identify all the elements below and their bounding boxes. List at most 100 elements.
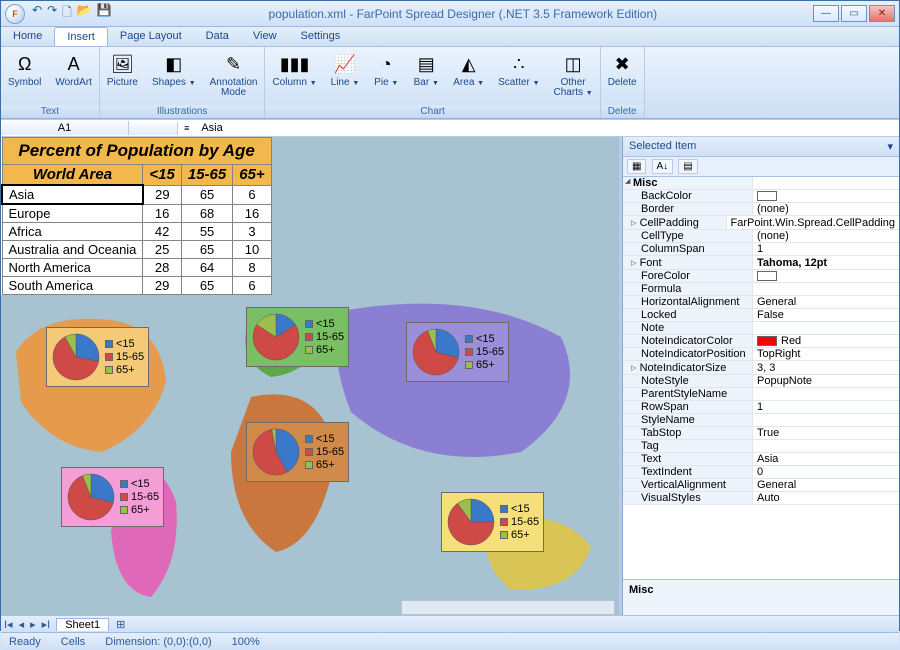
cell[interactable]: 8 xyxy=(233,259,271,277)
menu-tab-settings[interactable]: Settings xyxy=(289,27,353,46)
qat-button[interactable]: ↷ xyxy=(46,2,58,25)
ribbon-line-button[interactable]: 📈Line ▼ xyxy=(328,51,363,90)
ribbon-delete-button[interactable]: ✖Delete xyxy=(605,51,640,89)
ribbon-bar-button[interactable]: ▤Bar ▼ xyxy=(410,51,442,90)
cell[interactable]: 64 xyxy=(181,259,232,277)
ribbon-annotation-mode-button[interactable]: ✎AnnotationMode xyxy=(207,51,261,99)
menu-tab-view[interactable]: View xyxy=(241,27,289,46)
data-table[interactable]: Percent of Population by AgeWorld Area<1… xyxy=(1,137,272,295)
formula-value[interactable]: Asia xyxy=(195,122,228,134)
cell[interactable]: North America xyxy=(2,259,143,277)
cell[interactable]: 68 xyxy=(181,204,232,223)
prop-row-forecolor[interactable]: ForeColor xyxy=(623,270,899,283)
sheet-tab[interactable]: Sheet1 xyxy=(56,618,109,631)
prop-row-noteindicatorcolor[interactable]: NoteIndicatorColorRed xyxy=(623,335,899,348)
ribbon-other-charts-button[interactable]: ◫OtherCharts ▼ xyxy=(551,51,596,100)
prop-row-columnspan[interactable]: ColumnSpan1 xyxy=(623,243,899,256)
menu-tab-data[interactable]: Data xyxy=(194,27,241,46)
menu-tab-insert[interactable]: Insert xyxy=(54,27,108,46)
cell[interactable]: 55 xyxy=(181,223,232,241)
property-grid[interactable]: MiscBackColorBorder(none)CellPaddingFarP… xyxy=(623,177,899,579)
fx-tab[interactable]: ⠀ xyxy=(129,122,178,135)
name-box[interactable]: A1 xyxy=(1,121,129,135)
prop-row-verticalalignment[interactable]: VerticalAlignmentGeneral xyxy=(623,479,899,492)
horizontal-scrollbar[interactable] xyxy=(401,600,615,615)
alpha-sort-button[interactable]: A↓ xyxy=(652,159,674,174)
cell[interactable]: Australia and Oceania xyxy=(2,241,143,259)
cell[interactable]: Africa xyxy=(2,223,143,241)
cell[interactable]: 65 xyxy=(181,185,232,204)
ribbon-area-button[interactable]: ◭Area ▼ xyxy=(450,51,487,90)
prop-category[interactable]: Misc xyxy=(623,177,899,190)
col-header[interactable]: 15-65 xyxy=(181,165,232,186)
cell[interactable]: 6 xyxy=(233,185,271,204)
qat-button[interactable]: 🗋 xyxy=(61,2,73,25)
cell[interactable]: Asia xyxy=(2,185,143,204)
property-header[interactable]: Selected Item ▾ xyxy=(623,137,899,157)
pie-card-south-america[interactable]: <1515-6565+ xyxy=(61,467,164,527)
table-row[interactable]: North America28648 xyxy=(2,259,271,277)
tab-first-icon[interactable]: I◂ xyxy=(1,618,16,631)
ribbon-picture-button[interactable]: 🖼Picture xyxy=(104,51,141,89)
col-header[interactable]: 65+ xyxy=(233,165,271,186)
prop-row-cellpadding[interactable]: CellPaddingFarPoint.Win.Spread.CellPaddi… xyxy=(623,216,899,230)
prop-row-tag[interactable]: Tag xyxy=(623,440,899,453)
col-header[interactable]: World Area xyxy=(2,165,143,186)
cell[interactable]: 42 xyxy=(143,223,181,241)
tab-prev-icon[interactable]: ◂ xyxy=(16,618,28,631)
ribbon-pie-button[interactable]: ◔Pie ▼ xyxy=(370,51,402,90)
ribbon-column-button[interactable]: ▮▮▮Column ▼ xyxy=(269,51,319,90)
ribbon-symbol-button[interactable]: ΩSymbol xyxy=(5,51,44,89)
menu-tab-page-layout[interactable]: Page Layout xyxy=(108,27,194,46)
pie-card-asia[interactable]: <1515-6565+ xyxy=(406,322,509,382)
prop-row-locked[interactable]: LockedFalse xyxy=(623,309,899,322)
prop-row-celltype[interactable]: CellType(none) xyxy=(623,230,899,243)
qat-button[interactable]: ↶ xyxy=(31,2,43,25)
prop-row-border[interactable]: Border(none) xyxy=(623,203,899,216)
cell[interactable]: 29 xyxy=(143,185,181,204)
col-header[interactable]: <15 xyxy=(143,165,181,186)
pie-card-australia-and-oceania[interactable]: <1515-6565+ xyxy=(441,492,544,552)
pie-card-europe[interactable]: <1515-6565+ xyxy=(246,307,349,367)
categorized-button[interactable]: ▦ xyxy=(627,159,646,174)
prop-row-notestyle[interactable]: NoteStylePopupNote xyxy=(623,375,899,388)
property-header-dropdown-icon[interactable]: ▾ xyxy=(887,140,893,153)
pie-card-africa[interactable]: <1515-6565+ xyxy=(246,422,349,482)
table-row[interactable]: Africa42553 xyxy=(2,223,271,241)
table-row[interactable]: Asia29656 xyxy=(2,185,271,204)
cell[interactable]: 65 xyxy=(181,241,232,259)
table-row[interactable]: Australia and Oceania256510 xyxy=(2,241,271,259)
cell[interactable]: 16 xyxy=(143,204,181,223)
prop-row-stylename[interactable]: StyleName xyxy=(623,414,899,427)
new-sheet-icon[interactable]: ⊞ xyxy=(113,618,128,631)
prop-row-text[interactable]: TextAsia xyxy=(623,453,899,466)
tab-next-icon[interactable]: ▸ xyxy=(27,618,39,631)
cell[interactable]: 16 xyxy=(233,204,271,223)
cell[interactable]: 28 xyxy=(143,259,181,277)
cell[interactable]: 25 xyxy=(143,241,181,259)
qat-button[interactable]: 💾 xyxy=(96,2,113,25)
cell[interactable]: 10 xyxy=(233,241,271,259)
sheet-area[interactable]: Percent of Population by AgeWorld Area<1… xyxy=(1,137,622,615)
cell[interactable]: Europe xyxy=(2,204,143,223)
prop-row-horizontalalignment[interactable]: HorizontalAlignmentGeneral xyxy=(623,296,899,309)
prop-row-textindent[interactable]: TextIndent0 xyxy=(623,466,899,479)
prop-row-parentstylename[interactable]: ParentStyleName xyxy=(623,388,899,401)
ribbon-shapes-button[interactable]: ◧Shapes ▼ xyxy=(149,51,199,90)
maximize-button[interactable]: ▭ xyxy=(841,5,867,22)
prop-row-rowspan[interactable]: RowSpan1 xyxy=(623,401,899,414)
cell[interactable]: 3 xyxy=(233,223,271,241)
ribbon-wordart-button[interactable]: AWordArt xyxy=(52,51,95,89)
minimize-button[interactable]: — xyxy=(813,5,839,22)
prop-row-font[interactable]: FontTahoma, 12pt xyxy=(623,256,899,270)
tab-last-icon[interactable]: ▸I xyxy=(39,618,54,631)
pie-card-north-america[interactable]: <1515-6565+ xyxy=(46,327,149,387)
prop-row-noteindicatorposition[interactable]: NoteIndicatorPositionTopRight xyxy=(623,348,899,361)
app-icon[interactable]: F xyxy=(5,4,25,24)
ribbon-scatter-button[interactable]: ∴Scatter ▼ xyxy=(495,51,542,90)
close-button[interactable]: ✕ xyxy=(869,5,895,22)
prop-row-noteindicatorsize[interactable]: NoteIndicatorSize3, 3 xyxy=(623,361,899,375)
prop-row-note[interactable]: Note xyxy=(623,322,899,335)
prop-row-formula[interactable]: Formula xyxy=(623,283,899,296)
qat-button[interactable]: 📂 xyxy=(76,2,93,25)
